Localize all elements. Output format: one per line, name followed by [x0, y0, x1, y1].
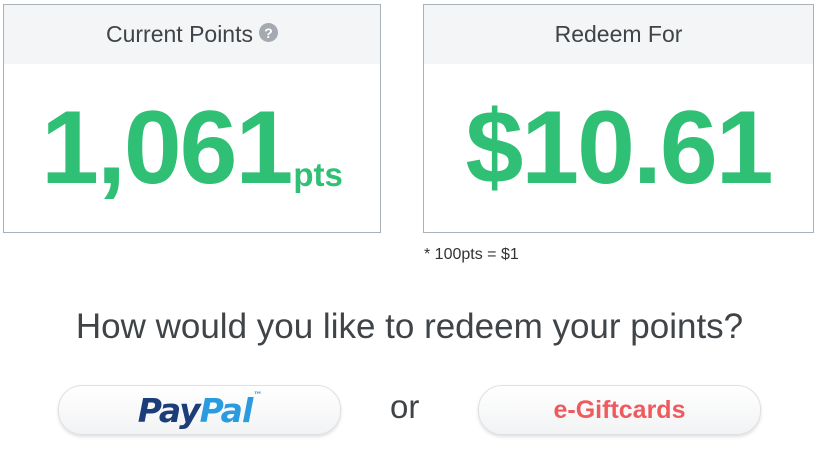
- or-separator: or: [390, 388, 420, 425]
- current-points-body: 1,061 pts: [4, 64, 380, 232]
- paypal-button[interactable]: PayPal™: [58, 385, 341, 435]
- paypal-logo-pal: Pal: [199, 390, 254, 430]
- redeem-for-card: Redeem For $10.61: [423, 4, 814, 233]
- redeem-question: How would you like to redeem your points…: [75, 307, 744, 346]
- egiftcards-button[interactable]: e-Giftcards: [478, 385, 761, 435]
- current-points-header: Current Points ?: [4, 5, 380, 64]
- current-points-card: Current Points ? 1,061 pts: [3, 4, 381, 233]
- current-points-title: Current Points: [105, 21, 253, 47]
- redeem-value: $10.61: [465, 90, 773, 206]
- conversion-footnote: * 100pts = $1: [424, 246, 519, 263]
- redeem-for-title: Redeem For: [554, 21, 683, 47]
- paypal-trademark: ™: [253, 390, 262, 401]
- points-unit: pts: [293, 156, 343, 193]
- paypal-logo-pay: Pay: [137, 390, 201, 430]
- redeem-for-body: $10.61: [424, 64, 813, 232]
- redeem-for-header: Redeem For: [424, 5, 813, 64]
- points-value: 1,061: [41, 90, 293, 206]
- egiftcards-label: e-Giftcards: [553, 395, 686, 424]
- help-icon[interactable]: ?: [259, 23, 278, 42]
- paypal-logo: PayPal™: [137, 390, 263, 430]
